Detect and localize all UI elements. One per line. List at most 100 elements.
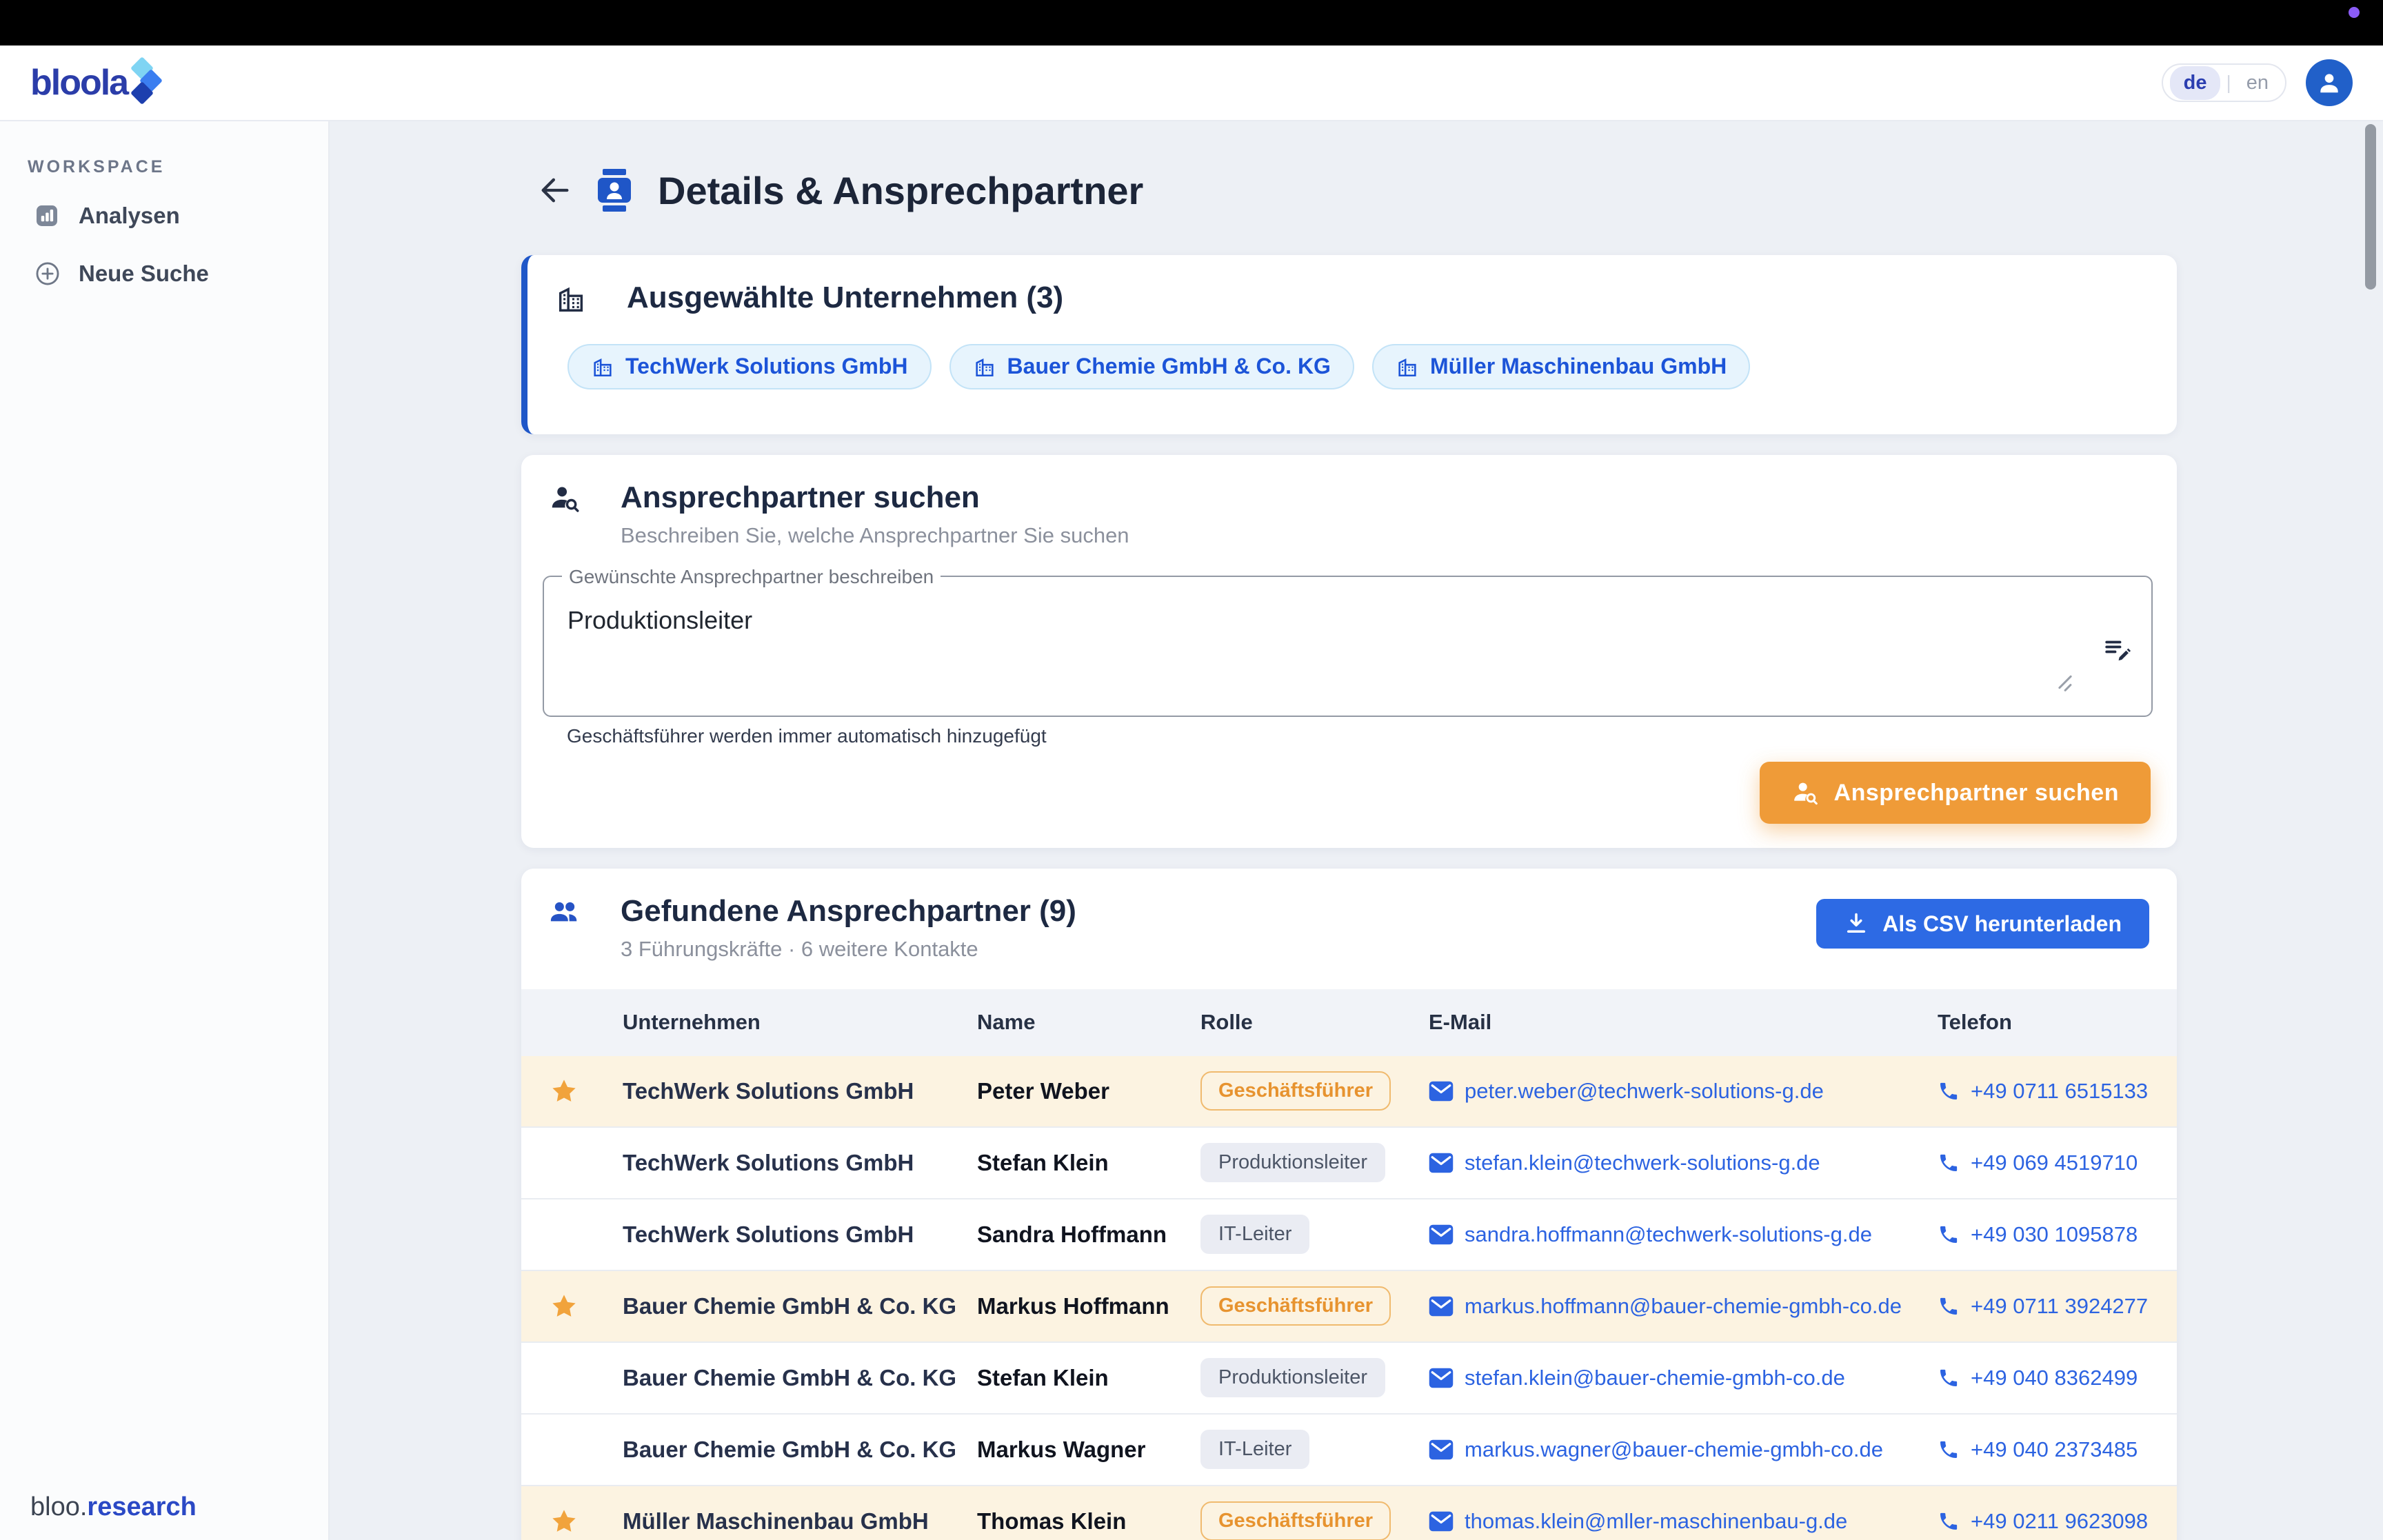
email-link[interactable]: markus.wagner@bauer-chemie-gmbh-co.de	[1429, 1437, 1922, 1462]
email-link[interactable]: stefan.klein@bauer-chemie-gmbh-co.de	[1429, 1366, 1922, 1390]
person-icon	[2316, 70, 2342, 96]
download-csv-button[interactable]: Als CSV herunterladen	[1816, 899, 2149, 949]
main-area: Details & Ansprechpartner Ausgewählte Un…	[330, 121, 2383, 1540]
sidebar-item-label: Analysen	[79, 203, 180, 229]
role-badge: Produktionsleiter	[1200, 1358, 1385, 1397]
textarea-value: Produktionsleiter	[567, 606, 752, 635]
company-cell: Bauer Chemie GmbH & Co. KG	[607, 1365, 961, 1391]
phone-link[interactable]: +49 0711 3924277	[1938, 1294, 2177, 1319]
mail-icon	[1429, 1296, 1454, 1317]
textarea-resize-handle[interactable]	[2056, 674, 2074, 692]
table-row: Müller Maschinenbau GmbH Thomas Klein Ge…	[521, 1486, 2177, 1540]
phone-icon	[1938, 1510, 1960, 1532]
results-table-body: TechWerk Solutions GmbH Peter Weber Gesc…	[521, 1056, 2177, 1540]
language-en-button[interactable]: en	[2237, 72, 2278, 94]
phone-text: +49 0211 9623098	[1971, 1509, 2148, 1534]
building-icon	[1396, 355, 1419, 378]
language-de-button[interactable]: de	[2170, 66, 2221, 100]
app-header: bloola de | en	[0, 45, 2383, 121]
company-chip[interactable]: Bauer Chemie GmbH & Co. KG	[949, 344, 1354, 389]
bar-chart-icon	[34, 203, 79, 228]
workspace-section-label: WORKSPACE	[28, 157, 328, 177]
table-row: TechWerk Solutions GmbH Stefan Klein Pro…	[521, 1128, 2177, 1199]
scrollbar-thumb[interactable]	[2365, 124, 2376, 290]
email-text: markus.wagner@bauer-chemie-gmbh-co.de	[1465, 1437, 1883, 1462]
phone-link[interactable]: +49 0711 6515133	[1938, 1079, 2177, 1104]
download-csv-label: Als CSV herunterladen	[1882, 911, 2122, 937]
name-cell: Markus Wagner	[961, 1437, 1185, 1463]
phone-text: +49 0711 6515133	[1971, 1079, 2148, 1104]
email-link[interactable]: stefan.klein@techwerk-solutions-g.de	[1429, 1151, 1922, 1175]
name-cell: Stefan Klein	[961, 1365, 1185, 1391]
download-icon	[1844, 911, 1869, 936]
email-link[interactable]: thomas.klein@mller-maschinenbau-g.de	[1429, 1509, 1922, 1534]
bloola-logo[interactable]: bloola	[30, 52, 172, 114]
search-card: Ansprechpartner suchen Beschreiben Sie, …	[521, 455, 2177, 848]
column-header-email: E-Mail	[1413, 1010, 1922, 1035]
email-text: sandra.hoffmann@techwerk-solutions-g.de	[1465, 1222, 1872, 1247]
company-chip-label: TechWerk Solutions GmbH	[625, 354, 908, 379]
star-icon	[550, 1292, 579, 1321]
name-cell: Markus Hoffmann	[961, 1293, 1185, 1319]
column-header-telefon: Telefon	[1922, 1010, 2177, 1035]
add-circle-icon	[34, 261, 79, 287]
company-cell: TechWerk Solutions GmbH	[607, 1222, 961, 1248]
email-text: stefan.klein@techwerk-solutions-g.de	[1465, 1151, 1820, 1175]
search-subtitle: Beschreiben Sie, welche Ansprechpartner …	[621, 523, 1129, 548]
company-chip-list: TechWerk Solutions GmbH Bauer Chemie Gmb…	[567, 344, 2177, 389]
column-header-unternehmen: Unternehmen	[607, 1010, 961, 1035]
selected-companies-card: Ausgewählte Unternehmen (3) TechWerk Sol…	[521, 255, 2177, 434]
company-cell: Bauer Chemie GmbH & Co. KG	[607, 1293, 961, 1319]
name-cell: Stefan Klein	[961, 1150, 1185, 1176]
edit-note-icon	[2103, 635, 2132, 664]
phone-link[interactable]: +49 030 1095878	[1938, 1222, 2177, 1247]
role-badge: IT-Leiter	[1200, 1430, 1309, 1469]
building-icon	[591, 355, 614, 378]
table-header-row: Unternehmen Name Rolle E-Mail Telefon	[521, 989, 2177, 1056]
phone-link[interactable]: +49 040 8362499	[1938, 1366, 2177, 1390]
describe-contacts-textarea[interactable]: Gewünschte Ansprechpartner beschreiben P…	[543, 576, 2153, 717]
table-row: Bauer Chemie GmbH & Co. KG Markus Hoffma…	[521, 1271, 2177, 1343]
sidebar: WORKSPACE Analysen Neue Suche bloo.resea…	[0, 121, 330, 1540]
mail-icon	[1429, 1153, 1454, 1173]
sidebar-item-neue-suche[interactable]: Neue Suche	[0, 249, 328, 298]
sidebar-item-analysen[interactable]: Analysen	[0, 191, 328, 241]
selected-companies-title: Ausgewählte Unternehmen (3)	[627, 280, 1063, 316]
email-link[interactable]: sandra.hoffmann@techwerk-solutions-g.de	[1429, 1222, 1922, 1247]
role-badge: Geschäftsführer	[1200, 1501, 1391, 1540]
phone-text: +49 069 4519710	[1971, 1151, 2138, 1175]
page-title: Details & Ansprechpartner	[658, 168, 1143, 213]
search-button-label: Ansprechpartner suchen	[1834, 780, 2119, 807]
mail-icon	[1429, 1368, 1454, 1388]
contact-card-icon	[597, 169, 632, 212]
phone-link[interactable]: +49 0211 9623098	[1938, 1509, 2177, 1534]
email-link[interactable]: peter.weber@techwerk-solutions-g.de	[1429, 1079, 1922, 1104]
role-badge: IT-Leiter	[1200, 1215, 1309, 1254]
person-search-icon	[549, 483, 582, 514]
phone-link[interactable]: +49 069 4519710	[1938, 1151, 2177, 1175]
footer-prefix: bloo.	[30, 1492, 87, 1521]
search-contacts-button[interactable]: Ansprechpartner suchen	[1760, 762, 2151, 824]
email-link[interactable]: markus.hoffmann@bauer-chemie-gmbh-co.de	[1429, 1294, 1922, 1319]
phone-text: +49 040 2373485	[1971, 1437, 2138, 1462]
company-chip[interactable]: TechWerk Solutions GmbH	[567, 344, 932, 389]
star-icon	[550, 1507, 579, 1536]
company-cell: TechWerk Solutions GmbH	[607, 1150, 961, 1176]
user-avatar-button[interactable]	[2306, 59, 2353, 106]
language-toggle: de | en	[2162, 63, 2286, 102]
person-search-icon	[1791, 779, 1819, 807]
footer-brand: research	[87, 1492, 196, 1521]
company-chip-label: Bauer Chemie GmbH & Co. KG	[1007, 354, 1331, 379]
mail-icon	[1429, 1511, 1454, 1532]
name-cell: Peter Weber	[961, 1078, 1185, 1104]
company-chip[interactable]: Müller Maschinenbau GmbH	[1372, 344, 1750, 389]
phone-icon	[1938, 1295, 1960, 1317]
phone-icon	[1938, 1367, 1960, 1389]
phone-link[interactable]: +49 040 2373485	[1938, 1437, 2177, 1462]
back-button[interactable]	[531, 166, 579, 214]
phone-icon	[1938, 1152, 1960, 1174]
sidebar-footer-brand: bloo.research	[30, 1492, 197, 1522]
email-text: thomas.klein@mller-maschinenbau-g.de	[1465, 1509, 1847, 1534]
search-title: Ansprechpartner suchen	[621, 480, 1129, 516]
table-row: TechWerk Solutions GmbH Sandra Hoffmann …	[521, 1199, 2177, 1271]
